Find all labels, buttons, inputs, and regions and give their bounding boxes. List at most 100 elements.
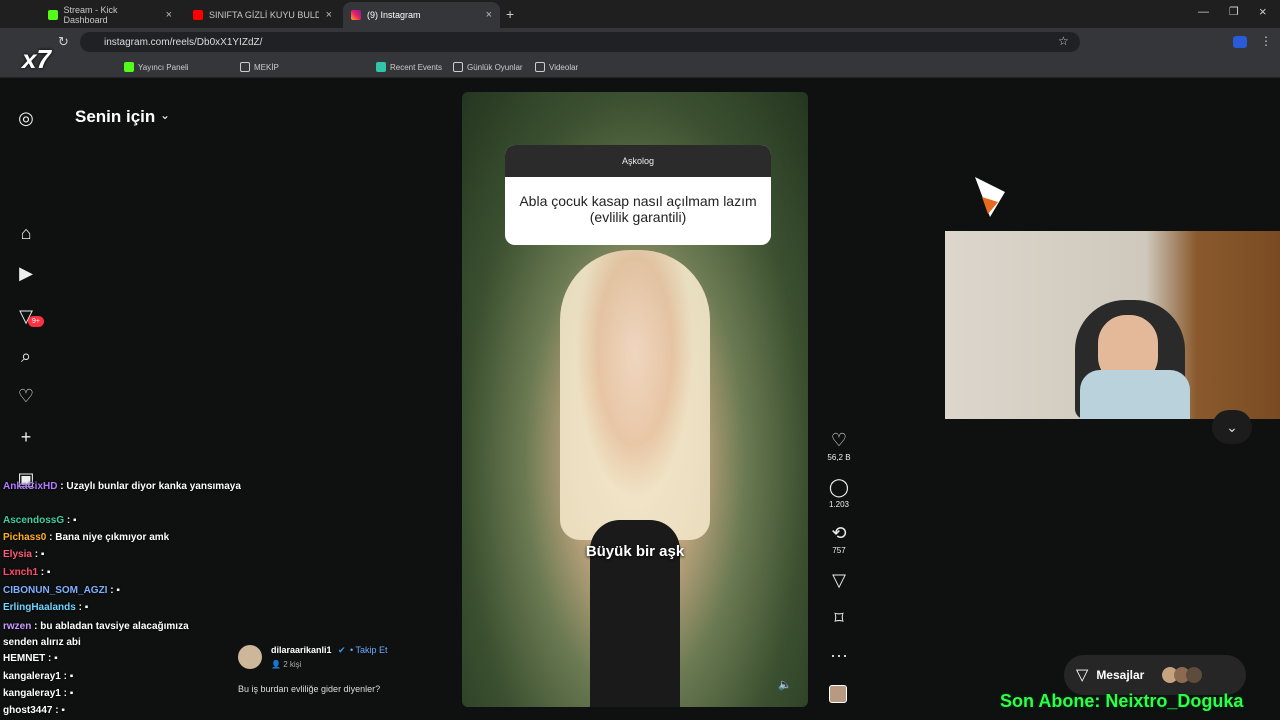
tab-youtube[interactable]: SINIFTA GİZLİ KUYU BULDUK! × <box>185 2 340 28</box>
chat-user: Lxnch1 <box>3 567 39 578</box>
author-username[interactable]: dilaraarikanli1 <box>271 645 332 655</box>
more-action[interactable]: ··· <box>822 645 856 665</box>
message-avatars <box>1162 667 1203 683</box>
instagram-logo-icon[interactable]: ◎ <box>16 108 36 128</box>
tab-instagram[interactable]: (9) Instagram × <box>343 2 500 28</box>
messages-button[interactable]: ▽ Mesajlar <box>1064 655 1246 695</box>
share-action[interactable]: ▽ <box>822 570 856 590</box>
folder-icon <box>453 62 463 72</box>
youtube-favicon <box>193 10 203 20</box>
chat-message: HEMNET : ▪ <box>3 653 58 664</box>
new-tab-button[interactable]: + <box>506 6 514 22</box>
chat-message: Pichass0 : Bana niye çıkmıyor amk <box>3 532 170 543</box>
reload-icon[interactable]: ↻ <box>58 34 69 50</box>
heart-icon[interactable]: ♡ <box>16 386 36 406</box>
bookmark-label: Günlük Oyunlar <box>467 62 523 72</box>
save-action[interactable]: ⌑ <box>822 608 856 628</box>
stream-logo: x7 <box>22 44 51 74</box>
chat-user: AnkaCixHD <box>3 481 58 492</box>
close-icon[interactable]: × <box>166 9 172 21</box>
repost-icon[interactable]: ⟲ <box>822 523 856 543</box>
menu-icon[interactable]: ⋮ <box>1260 34 1272 48</box>
author-avatar[interactable] <box>238 645 262 669</box>
comment-count: 1.203 <box>828 500 850 509</box>
feed-title[interactable]: Senin için <box>75 107 155 127</box>
chat-message: kangaleray1 : ▪ <box>3 688 74 699</box>
chevron-down-icon[interactable]: ⌄ <box>160 108 170 122</box>
close-icon[interactable]: × <box>326 9 332 21</box>
bookmark-label: MEKİP <box>254 62 279 72</box>
bookmark-yayinci-paneli[interactable]: Yayıncı Paneli <box>124 60 189 74</box>
home-icon[interactable]: ⌂ <box>16 223 36 243</box>
audience-info: 👤 2 kişi <box>271 660 302 669</box>
chat-message: ErlingHaalands : ▪ <box>3 602 89 613</box>
minimize-button[interactable]: — <box>1198 6 1209 18</box>
like-action[interactable]: ♡ 56,2 B <box>822 430 856 462</box>
mute-icon[interactable]: 🔈 <box>778 678 792 691</box>
create-icon[interactable]: + <box>16 427 36 447</box>
emote-icon: ▪ <box>84 602 89 613</box>
avatar <box>1186 667 1203 683</box>
question-sticker: Aşkolog Abla çocuk kasap nasıl açılmam l… <box>505 145 771 245</box>
like-count: 56,2 B <box>827 453 851 462</box>
chat-message: ghost3447 : ▪ <box>3 705 65 716</box>
send-icon[interactable]: ▽ <box>822 570 856 590</box>
bookmark-videolar[interactable]: Videolar <box>535 60 578 74</box>
streamer-shirt <box>1080 370 1190 419</box>
audience-count: 2 kişi <box>283 660 302 669</box>
profile-icon[interactable] <box>1233 36 1247 48</box>
reels-icon[interactable]: ▶ <box>16 263 36 283</box>
question-header: Aşkolog <box>505 145 771 177</box>
close-icon[interactable]: × <box>486 9 492 21</box>
kick-icon <box>124 62 134 72</box>
chat-user: Elysia <box>3 549 32 560</box>
chat-message: Lxnch1 : ▪ <box>3 567 51 578</box>
chat-user: ErlingHaalands <box>3 602 76 613</box>
comment-icon[interactable]: ◯ <box>822 477 856 497</box>
chat-message: kangaleray1 : ▪ <box>3 671 74 682</box>
last-subscriber-banner: Son Abone: Neixtro_Doguka <box>1000 691 1244 711</box>
more-icon[interactable]: ··· <box>822 645 856 665</box>
tab-title: (9) Instagram <box>367 10 421 20</box>
scroll-down-button[interactable]: ⌄ <box>1212 410 1252 444</box>
bookmark-label: Yayıncı Paneli <box>138 62 189 72</box>
emote-icon: ▪ <box>46 567 51 578</box>
close-window-button[interactable]: × <box>1259 4 1267 19</box>
messages-label: Mesajlar <box>1096 668 1145 682</box>
instagram-favicon <box>351 10 361 20</box>
bookmark-gunluk-oyunlar[interactable]: Günlük Oyunlar <box>453 60 523 74</box>
follow-button[interactable]: • Takip Et <box>350 645 388 655</box>
search-icon[interactable]: ⌕ <box>16 346 36 366</box>
bookmark-icon[interactable]: ⌑ <box>822 608 856 628</box>
question-text: Abla çocuk kasap nasıl açılmam lazım (ev… <box>519 193 757 225</box>
audio-thumbnail[interactable] <box>829 685 847 703</box>
emote-icon: ▪ <box>54 653 58 664</box>
bookmark-recent-events[interactable]: Recent Events <box>376 60 442 74</box>
chat-text: bu abladan tavsiye alacağımıza senden al… <box>3 621 189 648</box>
chat-message: AnkaCixHD : Uzaylı bunlar diyor kanka ya… <box>3 481 241 492</box>
chat-user: CIBONUN_SOM_AGZI <box>3 585 108 596</box>
emote-icon: ▪ <box>69 688 74 699</box>
bookmark-mekip[interactable]: MEKİP <box>240 60 279 74</box>
tab-kick-dashboard[interactable]: Stream - Kick Dashboard × <box>40 2 180 28</box>
person-figure <box>560 250 710 540</box>
emote-icon: ▪ <box>69 671 74 682</box>
url-field[interactable]: instagram.com/reels/Db0xX1YIZdZ/ <box>80 32 1080 52</box>
comment-action[interactable]: ◯ 1.203 <box>822 477 856 509</box>
heart-icon[interactable]: ♡ <box>822 430 856 450</box>
folder-icon <box>240 62 250 72</box>
tab-title: SINIFTA GİZLİ KUYU BULDUK! <box>209 10 319 20</box>
mascot-logo <box>970 172 1020 222</box>
send-icon: ▽ <box>1076 667 1089 684</box>
chat-message: rwzen : bu abladan tavsiye alacağımıza s… <box>3 621 189 648</box>
restore-button[interactable]: ❐ <box>1229 5 1239 18</box>
follow-label: Takip Et <box>355 645 388 655</box>
chat-text: Bana niye çıkmıyor amk <box>55 532 170 543</box>
bookmarks-bar <box>0 56 1280 78</box>
url-text: instagram.com/reels/Db0xX1YIZdZ/ <box>104 36 263 48</box>
chat-user: ghost3447 <box>3 705 53 716</box>
bookmark-star-icon[interactable]: ☆ <box>1058 34 1069 48</box>
chat-user: kangaleray1 <box>3 671 61 682</box>
chat-text: Uzaylı bunlar diyor kanka yansımaya <box>66 481 241 492</box>
repost-action[interactable]: ⟲ 757 <box>822 523 856 555</box>
